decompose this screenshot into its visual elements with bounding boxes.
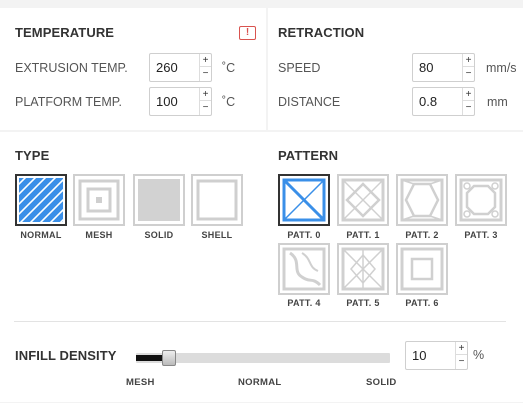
- bottom-panel: [0, 403, 523, 411]
- type-title: TYPE: [15, 148, 50, 163]
- normal-type-icon: [19, 178, 63, 222]
- platform-temp-stepper[interactable]: 100 + −: [149, 87, 212, 116]
- infill-density-unit: %: [473, 348, 485, 362]
- increment-button[interactable]: +: [200, 54, 211, 67]
- temperature-title: TEMPERATURE: [15, 25, 115, 40]
- infill-density-value[interactable]: 10: [412, 348, 426, 363]
- increment-button[interactable]: +: [463, 54, 474, 67]
- platform-temp-label: PLATFORM TEMP.: [15, 95, 122, 109]
- infill-panel: TYPE PATTERN NORMAL MESH SOLID SHELL PAT…: [0, 132, 523, 402]
- pattern-0-icon: [282, 178, 326, 222]
- type-mesh-tile[interactable]: [73, 174, 125, 226]
- decrement-button[interactable]: −: [200, 101, 211, 114]
- pattern-2-icon: [400, 178, 444, 222]
- stepper-arrows: + −: [455, 342, 467, 369]
- pattern-0-label: PATT. 0: [287, 230, 321, 240]
- print-settings-panel: TEMPERATURE ! EXTRUSION TEMP. 260 + − ˚C…: [0, 0, 523, 411]
- speed-label: SPEED: [278, 61, 321, 75]
- pattern-2-tile[interactable]: [396, 174, 448, 226]
- retraction-title: RETRACTION: [278, 25, 365, 40]
- pattern-3-label: PATT. 3: [464, 230, 498, 240]
- infill-density-stepper[interactable]: 10 + −: [405, 341, 468, 370]
- stepper-arrows: + −: [199, 54, 211, 81]
- type-shell-label: SHELL: [201, 230, 233, 240]
- pattern-1-tile[interactable]: [337, 174, 389, 226]
- pattern-4-icon: [282, 247, 326, 291]
- increment-button[interactable]: +: [463, 88, 474, 101]
- speed-unit: mm/s: [486, 61, 517, 75]
- type-normal-label: NORMAL: [20, 230, 62, 240]
- speed-value[interactable]: 80: [419, 60, 433, 75]
- pattern-0-tile[interactable]: [278, 174, 330, 226]
- platform-temp-value[interactable]: 100: [156, 94, 178, 109]
- pattern-4-label: PATT. 4: [287, 298, 321, 308]
- extrusion-temp-value[interactable]: 260: [156, 60, 178, 75]
- pattern-5-tile[interactable]: [337, 243, 389, 295]
- mesh-type-icon: [78, 179, 120, 221]
- pattern-2-label: PATT. 2: [405, 230, 439, 240]
- pattern-1-icon: [341, 178, 385, 222]
- type-solid-tile[interactable]: [133, 174, 185, 226]
- infill-density-slider[interactable]: [136, 350, 390, 366]
- extrusion-temp-stepper[interactable]: 260 + −: [149, 53, 212, 82]
- extrusion-temp-label: EXTRUSION TEMP.: [15, 61, 128, 75]
- decrement-button[interactable]: −: [456, 355, 467, 368]
- increment-button[interactable]: +: [456, 342, 467, 355]
- distance-unit: mm: [487, 95, 508, 109]
- stepper-arrows: + −: [199, 88, 211, 115]
- decrement-button[interactable]: −: [200, 67, 211, 80]
- retraction-panel: RETRACTION SPEED 80 + − mm/s DISTANCE 0.…: [268, 8, 523, 130]
- pattern-5-icon: [341, 247, 385, 291]
- pattern-6-tile[interactable]: [396, 243, 448, 295]
- slider-mark-normal: NORMAL: [238, 377, 282, 388]
- type-solid-label: SOLID: [144, 230, 174, 240]
- slider-thumb[interactable]: [162, 350, 176, 366]
- pattern-4-tile[interactable]: [278, 243, 330, 295]
- type-mesh-label: MESH: [85, 230, 113, 240]
- pattern-1-label: PATT. 1: [346, 230, 380, 240]
- slider-mark-mesh: MESH: [126, 377, 155, 388]
- distance-label: DISTANCE: [278, 95, 341, 109]
- speed-stepper[interactable]: 80 + −: [412, 53, 475, 82]
- warning-icon[interactable]: !: [239, 26, 256, 40]
- type-shell-tile[interactable]: [191, 174, 243, 226]
- distance-stepper[interactable]: 0.8 + −: [412, 87, 475, 116]
- extrusion-temp-unit: ˚C: [222, 61, 236, 75]
- infill-density-title: INFILL DENSITY: [15, 348, 117, 363]
- type-normal-tile[interactable]: [15, 174, 67, 226]
- temperature-panel: TEMPERATURE ! EXTRUSION TEMP. 260 + − ˚C…: [0, 8, 266, 130]
- pattern-5-label: PATT. 5: [346, 298, 380, 308]
- pattern-title: PATTERN: [278, 148, 339, 163]
- pattern-6-icon: [400, 247, 444, 291]
- decrement-button[interactable]: −: [463, 67, 474, 80]
- platform-temp-unit: ˚C: [222, 95, 236, 109]
- pattern-6-label: PATT. 6: [405, 298, 439, 308]
- slider-mark-solid: SOLID: [366, 377, 397, 388]
- pattern-3-tile[interactable]: [455, 174, 507, 226]
- stepper-arrows: + −: [462, 88, 474, 115]
- section-divider: [14, 321, 506, 322]
- stepper-arrows: + −: [462, 54, 474, 81]
- shell-type-icon: [196, 179, 238, 221]
- decrement-button[interactable]: −: [463, 101, 474, 114]
- solid-type-icon: [138, 179, 180, 221]
- pattern-3-icon: [459, 178, 503, 222]
- increment-button[interactable]: +: [200, 88, 211, 101]
- distance-value[interactable]: 0.8: [419, 94, 437, 109]
